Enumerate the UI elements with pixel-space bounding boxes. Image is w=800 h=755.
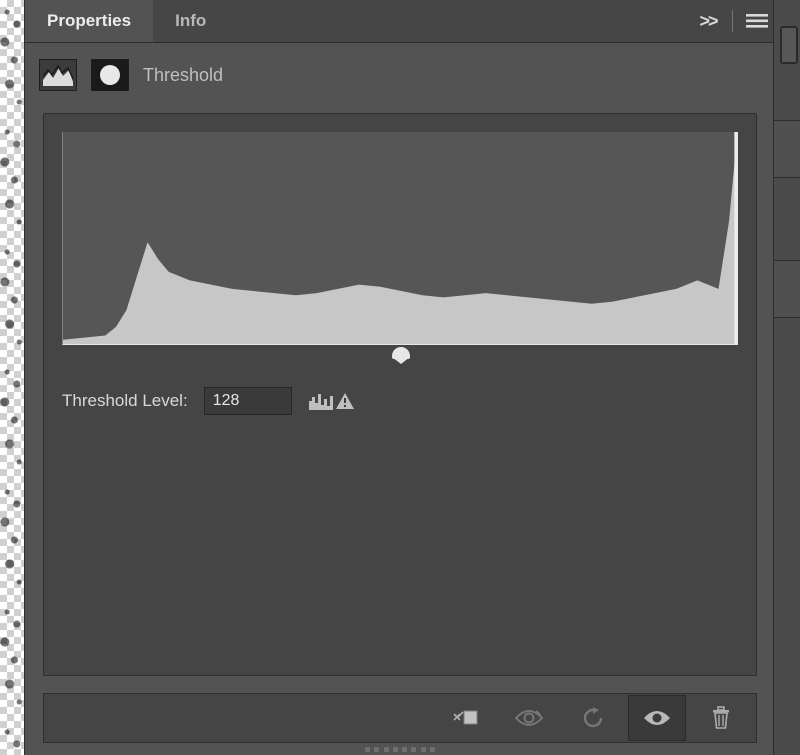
eye-history-icon	[514, 708, 544, 728]
threshold-level-label: Threshold Level:	[62, 391, 188, 411]
warning-triangle-icon	[336, 393, 354, 409]
collapsed-panel-dock	[773, 0, 800, 755]
toggle-visibility-button[interactable]	[628, 695, 686, 741]
threshold-level-input[interactable]	[204, 387, 292, 415]
reset-to-defaults-button[interactable]	[564, 695, 622, 741]
collapse-panel-button[interactable]: >>	[690, 0, 726, 42]
threshold-icon	[43, 64, 73, 86]
eye-icon	[642, 708, 672, 728]
trash-icon	[710, 706, 732, 730]
threshold-adjustment-icon[interactable]	[39, 59, 77, 91]
reset-icon	[580, 707, 606, 729]
clip-to-layer-icon	[451, 707, 479, 729]
histogram-display	[62, 132, 738, 345]
tab-info[interactable]: Info	[153, 0, 228, 42]
dock-expand-handle[interactable]	[780, 26, 798, 64]
chevron-double-right-icon: >>	[699, 11, 716, 32]
document-canvas-sliver	[0, 0, 24, 755]
histogram-icon	[308, 391, 334, 411]
clip-to-layer-button[interactable]	[436, 695, 494, 741]
panel-menu-button[interactable]	[739, 0, 775, 42]
panel-resize-gripper[interactable]	[365, 747, 435, 753]
histogram-cache-warning[interactable]	[308, 391, 354, 411]
layer-mask-thumbnail[interactable]	[91, 59, 129, 91]
adjustment-settings-card: Threshold Level:	[43, 113, 757, 676]
view-previous-state-button[interactable]	[500, 695, 558, 741]
panel-tab-bar: Properties Info >>	[25, 0, 775, 43]
adjustment-footer-bar	[43, 693, 757, 743]
divider	[732, 10, 733, 32]
properties-panel: Properties Info >> Threshold	[24, 0, 775, 755]
tab-properties[interactable]: Properties	[25, 0, 153, 42]
adjustment-header: Threshold	[25, 43, 775, 101]
docked-panel-slot[interactable]	[774, 260, 800, 318]
delete-adjustment-button[interactable]	[692, 695, 750, 741]
adjustment-title: Threshold	[143, 65, 223, 86]
docked-panel-slot[interactable]	[774, 120, 800, 178]
histogram-area-icon	[63, 132, 737, 344]
mask-circle-icon	[100, 65, 120, 85]
threshold-slider-track[interactable]	[62, 345, 738, 369]
menu-icon	[746, 13, 768, 29]
